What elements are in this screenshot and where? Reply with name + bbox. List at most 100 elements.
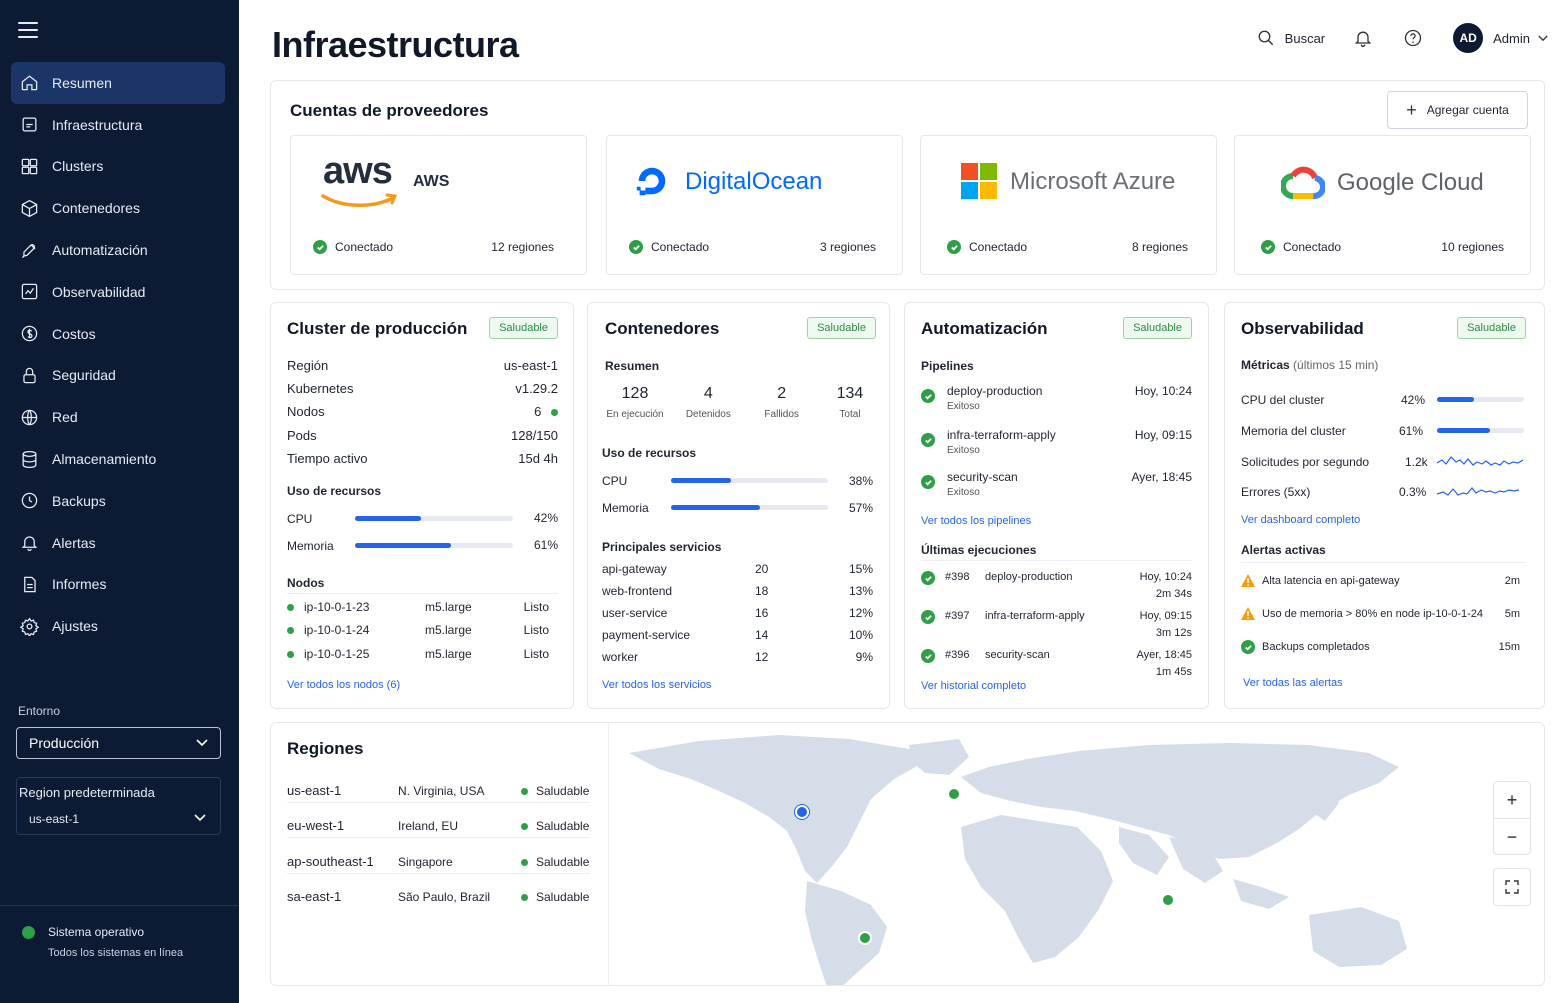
divider [287,593,558,594]
sidebar-item-informes[interactable]: Informes [11,564,225,606]
view-history-link[interactable]: Ver historial completo [921,680,1026,692]
map-marker-eu-west-1[interactable] [947,787,961,801]
service-name: worker [602,650,639,664]
table-row[interactable]: worker 12 9% [602,650,873,664]
run-duration: 3m 12s [1155,627,1192,639]
add-account-label: Agregar cuenta [1426,103,1509,117]
menu-icon[interactable] [18,22,38,40]
providers-title: Cuentas de proveedores [290,101,489,120]
memory-bar [355,543,513,548]
map-marker-sa-east-1[interactable] [858,931,872,945]
region-row[interactable]: us-east-1 N. Virginia, USA Saludable [287,783,592,803]
table-row[interactable]: web-frontend 18 13% [602,584,873,598]
provider-card-aws[interactable]: aws AWS Conectado 12 regiones [290,135,587,275]
bar-fill [1437,397,1474,402]
pipeline-name: infra-terraform-apply [947,428,1056,442]
sidebar-item-seguridad[interactable]: Seguridad [11,355,225,397]
cluster-icon [19,156,39,176]
bell-icon [19,533,39,553]
provider-regions: 3 regiones [819,240,876,254]
provider-status: Conectado [947,240,1027,254]
sidebar-item-label: Automatización [52,242,148,259]
table-row[interactable]: payment-service 14 10% [602,628,873,642]
run-item[interactable]: #398 deploy-production Hoy, 10:24 2m 34s [921,569,1192,605]
sidebar-item-ajustes[interactable]: Ajustes [11,605,225,647]
search-button[interactable]: Buscar [1257,29,1325,47]
region-row[interactable]: sa-east-1 São Paulo, Brazil Saludable [287,889,592,909]
sidebar-item-label: Informes [52,576,107,593]
provider-card-azure[interactable]: Microsoft Azure Conectado 8 regiones [920,135,1217,275]
sidebar-item-alertas[interactable]: Alertas [11,522,225,564]
user-name[interactable]: Admin [1493,31,1530,46]
fullscreen-button[interactable] [1493,868,1531,906]
sidebar-item-contenedores[interactable]: Contenedores [11,187,225,229]
check-icon [921,610,935,624]
alert-item[interactable]: Uso de memoria > 80% en node ip-10-0-1-2… [1241,607,1520,625]
table-row[interactable]: ip-10-0-1-24 m5.large Listo [287,623,549,637]
info-row: Nodos 6 [287,404,558,419]
sidebar-item-infraestructura[interactable]: Infraestructura [11,104,225,146]
default-region-select[interactable]: Region predeterminada us-east-1 [16,777,221,835]
run-id: #397 [945,610,970,622]
sidebar-item-almacenamiento[interactable]: Almacenamiento [11,438,225,480]
info-value: 6 [534,404,558,419]
sidebar-item-resumen[interactable]: Resumen [11,62,225,104]
sidebar-item-clusters[interactable]: Clusters [11,146,225,188]
sidebar-item-red[interactable]: Red [11,396,225,438]
provider-card-digitalocean[interactable]: DigitalOcean Conectado 3 regiones [606,135,903,275]
google-cloud-logo: Google Cloud [1235,136,1530,231]
help-button[interactable] [1403,28,1423,48]
metric-value: 42% [1401,393,1426,407]
table-row[interactable]: api-gateway 20 15% [602,562,873,576]
run-item[interactable]: #396 security-scan Ayer, 18:45 1m 45s [921,647,1192,683]
provider-card-google[interactable]: Google Cloud Conectado 10 regiones [1234,135,1531,275]
avatar[interactable]: AD [1453,23,1484,53]
sidebar-item-costos[interactable]: Costos [11,313,225,355]
alert-item[interactable]: Backups completados 15m [1241,640,1520,658]
alert-item[interactable]: Alta latencia en api-gateway 2m [1241,574,1520,592]
help-icon [1404,29,1422,47]
status-dot [287,651,294,658]
chevron-down-icon [194,814,206,822]
notifications-button[interactable] [1353,28,1373,48]
view-alerts-link[interactable]: Ver todas las alertas [1243,677,1343,689]
usage-pct: 42% [533,511,558,525]
section-title: Uso de recursos [602,446,697,460]
stat-value: 128 [621,385,649,402]
map-marker-ap-southeast-1[interactable] [1161,893,1175,907]
region-row[interactable]: eu-west-1 Ireland, EU Saludable [287,818,592,838]
cluster-card: Cluster de producción Saludable Región us… [270,302,574,709]
env-label: Entorno [18,704,61,718]
map-marker-us-east-1[interactable] [795,805,809,819]
table-row[interactable]: ip-10-0-1-23 m5.large Listo [287,600,549,614]
table-row[interactable]: ip-10-0-1-25 m5.large Listo [287,647,549,661]
view-pipelines-link[interactable]: Ver todos los pipelines [921,515,1031,527]
env-select[interactable]: Producción [16,727,221,759]
sidebar-item-observabilidad[interactable]: Observabilidad [11,271,225,313]
pipeline-item[interactable]: deploy-production Exitoso Hoy, 10:24 [921,383,1192,419]
pipeline-item[interactable]: infra-terraform-apply Exitoso Hoy, 09:15 [921,427,1192,463]
sidebar-item-automatizacion[interactable]: Automatización [11,229,225,271]
main-content: Infraestructura Buscar AD Admin Cuentas … [239,0,1568,1003]
run-item[interactable]: #397 infra-terraform-apply Hoy, 09:15 3m… [921,608,1192,644]
view-dashboard-link[interactable]: Ver dashboard completo [1241,514,1360,526]
service-pct: 12% [848,606,873,620]
view-nodes-link[interactable]: Ver todos los nodos (6) [287,679,400,691]
sidebar-item-backups[interactable]: Backups [11,480,225,522]
status-text: Conectado [335,240,394,254]
zoom-in-button[interactable]: + [1494,782,1530,819]
node-status: Listo [523,647,549,661]
chevron-down-icon[interactable] [1538,35,1548,42]
region-row[interactable]: ap-southeast-1 Singapore Saludable [287,854,592,874]
zoom-out-button[interactable]: − [1494,819,1530,855]
add-account-button[interactable]: + Agregar cuenta [1387,91,1528,129]
service-count: 12 [755,650,769,664]
check-icon [313,240,327,254]
service-count: 14 [755,628,769,642]
run-time: Hoy, 09:15 [1139,610,1192,622]
world-map[interactable] [609,731,1545,986]
pipeline-item[interactable]: security-scan Exitoso Ayer, 18:45 [921,469,1192,505]
view-services-link[interactable]: Ver todos los servicios [602,679,711,691]
table-row[interactable]: user-service 16 12% [602,606,873,620]
region-location: Singapore [398,855,453,869]
